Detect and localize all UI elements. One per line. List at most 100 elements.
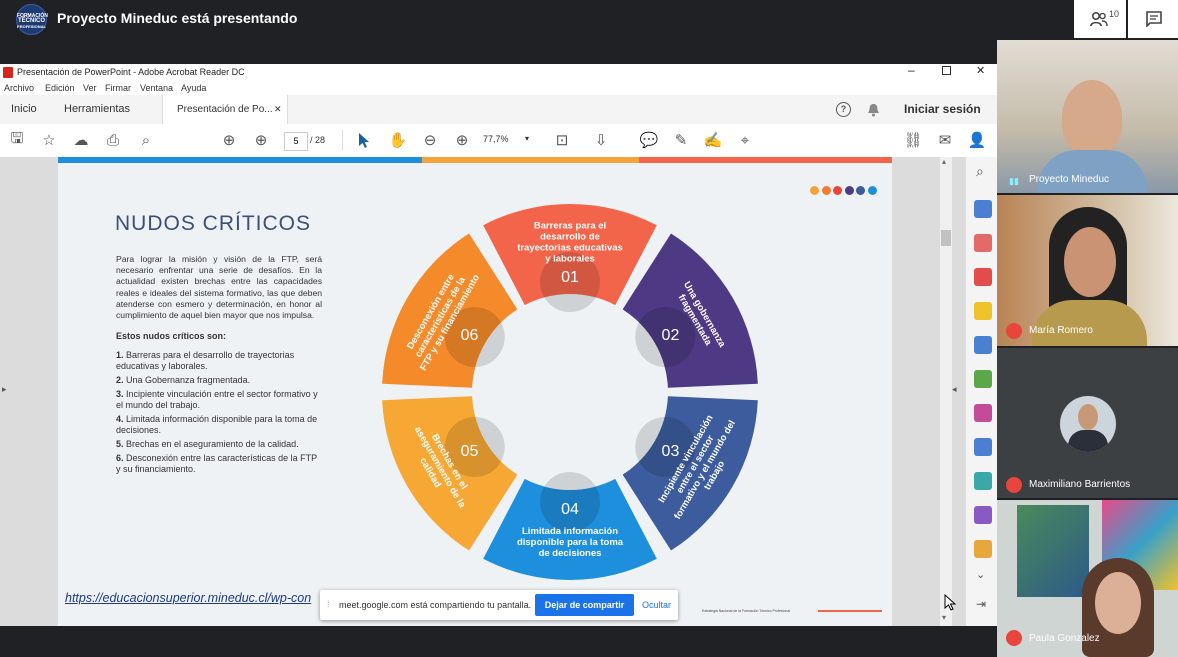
source-link[interactable]: https://educacionsuperior.mineduc.cl/wp-…	[65, 591, 311, 605]
prev-page-icon[interactable]: ⊕	[219, 130, 239, 150]
optimize-icon[interactable]	[974, 472, 992, 490]
upload-cloud-icon[interactable]: ☁	[71, 130, 91, 150]
print-icon[interactable]: ⎙	[103, 130, 123, 150]
organize-pages-icon[interactable]	[974, 234, 992, 252]
zoom-select[interactable]: 77,7% ▾	[483, 134, 535, 144]
top-color-bar-3	[639, 157, 892, 163]
wheel-number-03: 03	[662, 443, 680, 460]
menu-ver[interactable]: Ver	[83, 83, 97, 93]
list-item: 4. Limitada información disponible para …	[116, 414, 322, 436]
color-dot	[867, 186, 877, 195]
menu-edicion[interactable]: Edición	[45, 83, 75, 93]
color-dot	[810, 186, 819, 195]
link-icon[interactable]: ⛓	[903, 130, 923, 150]
more-tools-chevron-icon[interactable]: ⌄	[976, 568, 985, 581]
close-window-button[interactable]: ✕	[976, 64, 985, 77]
zoom-in-icon[interactable]: ⊕	[452, 130, 472, 150]
tab-inicio[interactable]: Inicio	[11, 95, 37, 124]
protect-icon[interactable]	[974, 438, 992, 456]
stamp-icon[interactable]: ⌖	[735, 130, 755, 150]
email-icon[interactable]: ✉	[935, 130, 955, 150]
tab-close-icon[interactable]: ✕	[274, 95, 282, 124]
drag-handle-icon[interactable]: ⁞	[327, 599, 330, 609]
acrobat-title-bar: Presentación de PowerPoint - Adobe Acrob…	[0, 64, 997, 81]
participant-name-4: Paula Gonzalez	[1029, 633, 1100, 644]
top-color-bar-1	[58, 157, 422, 163]
menu-firmar[interactable]: Firmar	[105, 83, 131, 93]
tab-herramientas[interactable]: Herramientas	[64, 95, 130, 124]
list-item: 6. Desconexión entre las características…	[116, 453, 322, 475]
participant-name-1: Proyecto Mineduc	[1029, 174, 1110, 185]
slide-intro: Para lograr la misión y visión de la FTP…	[116, 254, 322, 321]
menu-ayuda[interactable]: Ayuda	[181, 83, 206, 93]
send-sign-icon[interactable]	[974, 506, 992, 524]
menu-ventana[interactable]: Ventana	[140, 83, 173, 93]
chat-button[interactable]	[1128, 0, 1178, 38]
participant-face-4	[1095, 572, 1141, 634]
tab-document[interactable]: Presentación de Po... ✕	[162, 95, 288, 124]
mouse-cursor-icon	[944, 594, 956, 611]
window-title: Presentación de PowerPoint - Adobe Acrob…	[17, 67, 245, 77]
hand-tool-icon[interactable]: ✋	[388, 130, 408, 150]
toolbar-divider	[342, 130, 343, 150]
list-item: 3. Incipiente vinculación entre el secto…	[116, 389, 322, 411]
bell-icon[interactable]	[867, 103, 880, 117]
panel-search-icon[interactable]: ⌕	[976, 163, 984, 180]
scroll-down-icon[interactable]: ▾	[942, 613, 946, 622]
zoom-out-icon[interactable]: ⊖	[420, 130, 440, 150]
scroll-up-icon[interactable]: ▴	[942, 157, 946, 166]
sign-icon[interactable]: ✍	[703, 130, 723, 150]
export-pdf-icon[interactable]	[974, 200, 992, 218]
color-dot	[856, 186, 865, 195]
people-button[interactable]: 10	[1074, 0, 1126, 38]
collapse-panel-icon[interactable]: ⇥	[976, 597, 986, 611]
maximize-button[interactable]	[942, 66, 951, 75]
scroll-mode-icon[interactable]: ⇩	[591, 130, 611, 150]
select-cursor-icon[interactable]	[358, 132, 370, 149]
page-total: / 28	[310, 135, 326, 145]
create-pdf-icon[interactable]	[974, 268, 992, 286]
top-color-bar-2	[422, 157, 639, 163]
signin-button[interactable]: Iniciar sesión	[904, 102, 981, 116]
footer-caption: Estrategia Nacional de la Formación Técn…	[702, 609, 791, 613]
fill-sign-icon[interactable]	[974, 404, 992, 422]
next-page-icon[interactable]: ⊕	[251, 130, 271, 150]
document-area[interactable]: ▸ ◂ ▴ ▾ NUDOS CRÍTICOS Para lograr la mi…	[0, 157, 965, 626]
list-item-text: Brechas en el aseguramiento de la calida…	[126, 439, 299, 449]
bookmark-star-icon[interactable]: ☆	[39, 130, 59, 150]
scrollbar-thumb[interactable]	[941, 230, 951, 246]
right-panel-toggle-icon[interactable]: ◂	[952, 384, 957, 395]
stop-sharing-button[interactable]: Dejar de compartir	[535, 594, 634, 616]
list-item-number: 3.	[116, 389, 127, 399]
save-icon[interactable]: 🖫	[7, 130, 27, 150]
acrobat-app-icon	[3, 67, 13, 78]
help-icon[interactable]: ?	[836, 102, 851, 117]
right-tools-panel: ⌕ ⌄ ⇥	[965, 157, 997, 626]
comment-tool-icon[interactable]	[974, 302, 992, 320]
comment-icon[interactable]: 💬	[639, 130, 659, 150]
add-user-icon[interactable]: 👤	[967, 130, 987, 150]
wheel-number-04: 04	[561, 501, 579, 518]
search-icon[interactable]: ⌕	[136, 130, 156, 150]
combine-files-icon[interactable]	[974, 336, 992, 354]
hide-bar-button[interactable]: Ocultar	[642, 600, 671, 610]
list-item-number: 4.	[116, 414, 127, 424]
list-item-text: Barreras para el desarrollo de trayector…	[116, 350, 295, 371]
left-panel-toggle-icon[interactable]: ▸	[2, 384, 7, 395]
screen-share-bar: ⁞ meet.google.com está compartiendo tu p…	[320, 590, 678, 620]
edit-pdf-icon[interactable]	[974, 540, 992, 558]
highlight-pen-icon[interactable]: ✎	[671, 130, 691, 150]
menu-archivo[interactable]: Archivo	[4, 83, 34, 93]
wall-art-1	[1017, 505, 1089, 597]
fit-page-icon[interactable]: ⊡	[552, 130, 572, 150]
compress-pdf-icon[interactable]	[974, 370, 992, 388]
list-item-text: Limitada información disponible para la …	[116, 414, 318, 435]
participant-face-2	[1064, 227, 1116, 297]
list-item-number: 6.	[116, 453, 127, 463]
color-dot	[833, 186, 842, 195]
page-number-input[interactable]: 5	[284, 132, 308, 151]
vertical-scrollbar[interactable]: ▴ ▾	[940, 157, 952, 626]
speaking-icon: ▮▮	[1009, 176, 1019, 186]
minimize-button[interactable]: –	[908, 64, 915, 77]
share-bar-text: meet.google.com está compartiendo tu pan…	[339, 600, 532, 610]
